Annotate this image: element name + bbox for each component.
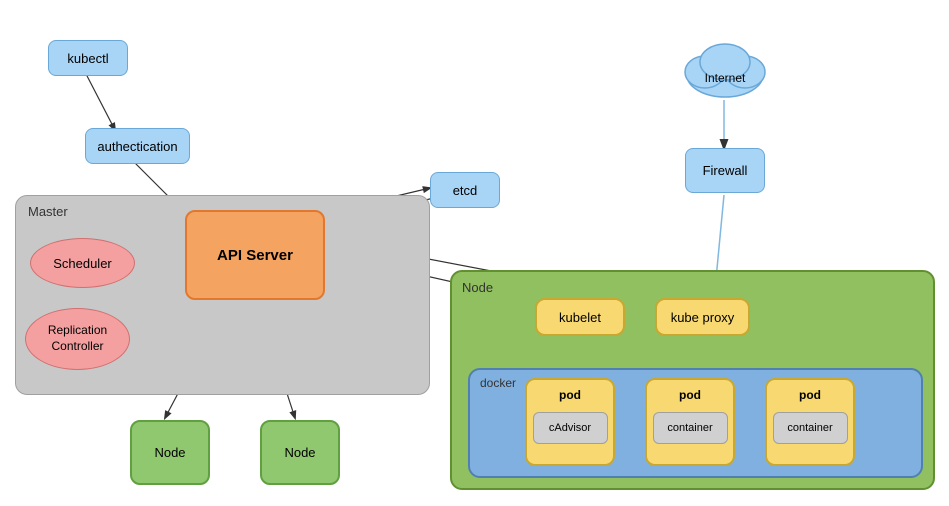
firewall-node: Firewall xyxy=(685,148,765,193)
internet-cloud: Internet xyxy=(675,30,775,100)
cadvisor-box: cAdvisor xyxy=(533,412,608,444)
node1-box: Node xyxy=(130,420,210,485)
scheduler-label: Scheduler xyxy=(53,256,112,271)
pod2-box: pod container xyxy=(645,378,735,466)
scheduler-node: Scheduler xyxy=(30,238,135,288)
kubelet-node: kubelet xyxy=(535,298,625,336)
authentication-label: authectication xyxy=(97,139,177,154)
kube-proxy-label: kube proxy xyxy=(671,310,735,325)
diagram: kubectl authectication etcd Master API S… xyxy=(0,0,949,506)
replication-controller-node: ReplicationController xyxy=(25,308,130,370)
pod3-box: pod container xyxy=(765,378,855,466)
node-bg-label: Node xyxy=(462,280,493,295)
firewall-label: Firewall xyxy=(703,163,748,178)
api-server-label: API Server xyxy=(217,247,293,264)
svg-text:Internet: Internet xyxy=(705,71,746,85)
authentication-node: authectication xyxy=(85,128,190,164)
container1-box: container xyxy=(653,412,728,444)
kubelet-label: kubelet xyxy=(559,310,601,325)
container1-label: container xyxy=(667,422,712,434)
kubectl-label: kubectl xyxy=(67,51,108,66)
node2-box: Node xyxy=(260,420,340,485)
cloud-svg: Internet xyxy=(675,30,775,100)
api-server-node: API Server xyxy=(185,210,325,300)
etcd-label: etcd xyxy=(453,183,478,198)
docker-label: docker xyxy=(480,376,516,390)
cadvisor-label: cAdvisor xyxy=(549,422,591,434)
kube-proxy-node: kube proxy xyxy=(655,298,750,336)
node1-label: Node xyxy=(154,445,185,460)
pod1-label: pod xyxy=(559,388,581,402)
pod1-box: pod cAdvisor xyxy=(525,378,615,466)
pod2-label: pod xyxy=(679,388,701,402)
node2-label: Node xyxy=(284,445,315,460)
kubectl-node: kubectl xyxy=(48,40,128,76)
replication-controller-label: ReplicationController xyxy=(48,323,107,354)
master-label: Master xyxy=(28,204,68,219)
etcd-node: etcd xyxy=(430,172,500,208)
pod3-label: pod xyxy=(799,388,821,402)
container2-label: container xyxy=(787,422,832,434)
container2-box: container xyxy=(773,412,848,444)
